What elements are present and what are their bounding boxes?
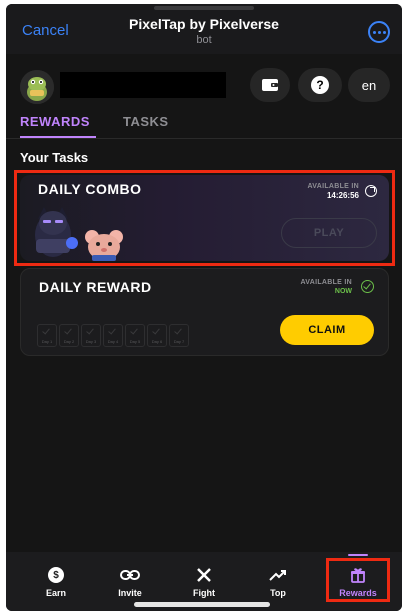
day-slot: Day 1 (37, 324, 57, 347)
day-label: Day 3 (85, 339, 97, 344)
day-slot: Day 2 (59, 324, 79, 347)
section-title: Your Tasks (20, 150, 89, 165)
swords-icon (197, 568, 211, 582)
nav-item-earn[interactable]: $ Earn (28, 566, 84, 598)
app-header: Cancel PixelTap by Pixelverse bot (6, 4, 402, 54)
question-icon: ? (311, 76, 329, 94)
check-icon (42, 326, 50, 335)
wallet-icon (262, 79, 278, 91)
day-slot: Day 6 (147, 324, 167, 347)
day-label: Day 7 (173, 339, 185, 344)
sheet-grabber[interactable] (154, 6, 254, 10)
check-icon (108, 326, 116, 335)
check-icon (174, 326, 182, 335)
day-slot: Day 7 (169, 324, 189, 347)
available-in-label: AVAILABLE IN (300, 279, 352, 286)
daily-reward-title: DAILY REWARD (39, 279, 152, 295)
check-icon (64, 326, 72, 335)
day-label: Day 6 (151, 339, 163, 344)
active-nav-indicator (348, 554, 368, 556)
check-circle-icon (361, 280, 374, 293)
daily-reward-card: DAILY REWARD AVAILABLE IN NOW Day 1 Day … (20, 268, 389, 356)
nav-label: Top (270, 588, 286, 598)
telegram-webapp: Cancel PixelTap by Pixelverse bot ? en R… (6, 4, 402, 611)
more-options-button[interactable] (368, 21, 390, 43)
nav-item-top[interactable]: Top (250, 566, 306, 598)
daily-combo-highlight (14, 170, 395, 266)
tab-rewards[interactable]: REWARDS (20, 114, 90, 129)
day-label: Day 5 (129, 339, 141, 344)
app-title: PixelTap by Pixelverse (129, 16, 279, 32)
trending-up-icon (269, 570, 286, 581)
help-button[interactable]: ? (298, 68, 342, 102)
day-label: Day 1 (41, 339, 53, 344)
nav-label: Earn (45, 588, 66, 598)
day-slot: Day 5 (125, 324, 145, 347)
check-icon (130, 326, 138, 335)
avatar[interactable] (20, 70, 54, 104)
day-slot: Day 3 (81, 324, 101, 347)
language-button[interactable]: en (348, 68, 390, 102)
dollar-icon: $ (48, 567, 64, 583)
claim-button[interactable]: CLAIM (280, 315, 374, 345)
day-label: Day 4 (107, 339, 119, 344)
nav-item-invite[interactable]: Invite (102, 566, 158, 598)
nav-item-fight[interactable]: Fight (176, 566, 232, 598)
rewards-nav-highlight (326, 558, 390, 602)
day-label: Day 2 (63, 339, 75, 344)
frog-avatar-icon (20, 70, 54, 104)
reward-days-row: Day 1 Day 2 Day 3 Day 4 Day 5 Day 6 Day … (37, 324, 189, 347)
ellipsis-icon (372, 30, 376, 34)
status-badge: NOW (334, 288, 352, 295)
day-slot: Day 4 (103, 324, 123, 347)
wallet-button[interactable] (250, 68, 290, 102)
app-subtitle: bot (196, 34, 212, 46)
link-icon (120, 570, 140, 580)
redacted-username (60, 72, 226, 98)
check-icon (86, 326, 94, 335)
check-icon (152, 326, 160, 335)
nav-label: Invite (118, 588, 142, 598)
home-indicator[interactable] (134, 602, 270, 607)
tabs-divider (6, 138, 402, 139)
tab-tasks[interactable]: TASKS (123, 114, 169, 129)
nav-label: Fight (193, 588, 215, 598)
